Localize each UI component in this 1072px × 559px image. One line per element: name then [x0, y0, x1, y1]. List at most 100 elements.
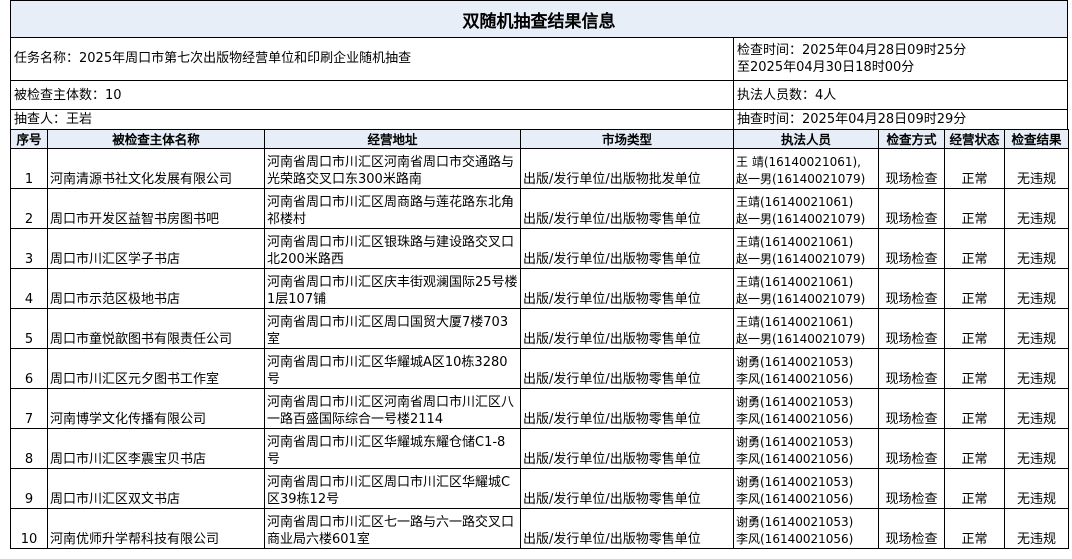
check-method: 现场检查 [878, 188, 945, 229]
row-number: 6 [10, 348, 48, 389]
inspector-entry: 赵一男(16140021079) [736, 252, 866, 266]
market-type: 出版/发行单位/出版物零售单位 [520, 188, 734, 229]
row-number: 7 [10, 388, 48, 429]
business-status: 正常 [944, 148, 1005, 189]
business-status: 正常 [944, 228, 1005, 269]
col-header-method: 检查方式 [878, 129, 945, 149]
table-row: 7 河南博学文化传播有限公司 河南省周口市川汇区河南省周口市川汇区八一路百盛国际综合… [10, 388, 1069, 429]
col-header-inspectors: 执法人员 [733, 129, 879, 149]
address: 河南省周口市川汇区河南省周口市川汇区八一路百盛国际综合一号楼2114 [264, 388, 521, 429]
address: 河南省周口市川汇区周商路与莲花路东北角祁楼村 [264, 188, 521, 229]
check-method: 现场检查 [878, 388, 945, 429]
inspector-entry: 谢勇(16140021053) [736, 395, 854, 409]
check-result: 无违规 [1004, 268, 1069, 309]
inspectors: 谢勇(16140021053) 李风(16140021056) [733, 468, 879, 509]
subject-count: 被检查主体数：10 [10, 81, 734, 110]
address: 河南省周口市川汇区河南省周口市交通路与光荣路交叉口东300米路南 [264, 148, 521, 189]
col-header-status: 经营状态 [944, 129, 1005, 149]
sample-time: 抽查时间：2025年04月28日09时29分 [734, 110, 1068, 130]
col-header-market: 市场类型 [520, 129, 734, 149]
inspector-entry: 李风(16140021056) [736, 492, 854, 506]
inspector-entry: 谢勇(16140021053) [736, 435, 854, 449]
inspector-entry: 李风(16140021056) [736, 452, 854, 466]
inspector-entry: 王靖(16140021061) [736, 235, 854, 249]
market-type: 出版/发行单位/出版物零售单位 [520, 468, 734, 509]
row-number: 2 [10, 188, 48, 229]
market-type: 出版/发行单位/出版物零售单位 [520, 268, 734, 309]
inspectors: 谢勇(16140021053) 李风(16140021056) [733, 508, 879, 549]
check-result: 无违规 [1004, 348, 1069, 389]
business-status: 正常 [944, 388, 1005, 429]
check-method: 现场检查 [878, 268, 945, 309]
subject-name: 周口市开发区益智书房图书吧 [47, 188, 265, 229]
subject-name: 周口市川汇区双文书店 [47, 468, 265, 509]
market-type: 出版/发行单位/出版物零售单位 [520, 388, 734, 429]
address: 河南省周口市川汇区华耀城东耀仓储C1-8号 [264, 428, 521, 469]
check-method: 现场检查 [878, 148, 945, 189]
address: 河南省周口市川汇区庆丰街观澜国际25号楼1层107铺 [264, 268, 521, 309]
check-method: 现场检查 [878, 228, 945, 269]
subject-name: 周口市童悦歆图书有限责任公司 [47, 308, 265, 349]
col-header-name: 被检查主体名称 [47, 129, 265, 149]
sampler-row: 抽查人：王岩 抽查时间：2025年04月28日09时29分 [10, 110, 1068, 130]
address: 河南省周口市川汇区周口国贸大厦7楼703室 [264, 308, 521, 349]
inspectors: 谢勇(16140021053) 李风(16140021056) [733, 388, 879, 429]
task-name: 任务名称：2025年周口市第七次出版物经营单位和印刷企业随机抽查 [10, 37, 734, 81]
subject-name: 周口市川汇区学子书店 [47, 228, 265, 269]
business-status: 正常 [944, 348, 1005, 389]
table-row: 5 周口市童悦歆图书有限责任公司 河南省周口市川汇区周口国贸大厦7楼703室 出版/发… [10, 308, 1069, 349]
inspectors: 王 靖(16140021061), 赵一男(16140021079) [733, 148, 879, 189]
inspectors: 谢勇(16140021053) 李风(16140021056) [733, 428, 879, 469]
inspector-entry: 王 靖(16140021061), [736, 155, 861, 169]
inspector-entry: 李风(16140021056) [736, 532, 854, 546]
market-type: 出版/发行单位/出版物零售单位 [520, 348, 734, 389]
check-result: 无违规 [1004, 428, 1069, 469]
inspectors: 王靖(16140021061) 赵一男(16140021079) [733, 188, 879, 229]
table-row: 10 河南优师升学帮科技有限公司 河南省周口市川汇区七一路与六一路交叉口商业局六楼6… [10, 508, 1069, 549]
inspectors: 王靖(16140021061) 赵一男(16140021079) [733, 228, 879, 269]
check-method: 现场检查 [878, 468, 945, 509]
table-row: 1 河南清源书社文化发展有限公司 河南省周口市川汇区河南省周口市交通路与光荣路交叉口… [10, 148, 1069, 189]
col-header-address: 经营地址 [264, 129, 521, 149]
subject-name: 河南清源书社文化发展有限公司 [47, 148, 265, 189]
table-row: 9 周口市川汇区双文书店 河南省周口市川汇区周口市川汇区华耀城C区39栋12号 出版/… [10, 468, 1069, 509]
inspector-entry: 赵一男(16140021079) [736, 212, 866, 226]
check-result: 无违规 [1004, 228, 1069, 269]
business-status: 正常 [944, 188, 1005, 229]
task-row: 任务名称：2025年周口市第七次出版物经营单位和印刷企业随机抽查 检查时间：20… [10, 37, 1068, 81]
table-row: 6 周口市川汇区元夕图书工作室 河南省周口市川汇区华耀城A区10栋3280号 出版/发… [10, 348, 1069, 389]
market-type: 出版/发行单位/出版物零售单位 [520, 508, 734, 549]
table-row: 2 周口市开发区益智书房图书吧 河南省周口市川汇区周商路与莲花路东北角祁楼村 出版/发… [10, 188, 1069, 229]
inspector-entry: 谢勇(16140021053) [736, 515, 854, 529]
address: 河南省周口市川汇区华耀城A区10栋3280号 [264, 348, 521, 389]
address: 河南省周口市川汇区七一路与六一路交叉口商业局六楼601室 [264, 508, 521, 549]
business-status: 正常 [944, 468, 1005, 509]
table-row: 4 周口市示范区极地书店 河南省周口市川汇区庆丰街观澜国际25号楼1层107铺 出版/… [10, 268, 1069, 309]
check-result: 无违规 [1004, 468, 1069, 509]
check-method: 现场检查 [878, 428, 945, 469]
check-time: 检查时间：2025年04月28日09时25分 至2025年04月30日18时00… [734, 37, 1068, 81]
col-header-result: 检查结果 [1004, 129, 1069, 149]
row-number: 4 [10, 268, 48, 309]
market-type: 出版/发行单位/出版物零售单位 [520, 308, 734, 349]
row-number: 5 [10, 308, 48, 349]
sampler: 抽查人：王岩 [10, 110, 734, 130]
inspector-entry: 赵一男(16140021079) [736, 332, 866, 346]
inspector-entry: 谢勇(16140021053) [736, 475, 854, 489]
subject-name: 周口市川汇区李震宝贝书店 [47, 428, 265, 469]
count-row: 被检查主体数：10 执法人员数：4人 [10, 81, 1068, 110]
inspector-entry: 王靖(16140021061) [736, 315, 854, 329]
subject-name: 周口市示范区极地书店 [47, 268, 265, 309]
row-number: 3 [10, 228, 48, 269]
inspector-entry: 谢勇(16140021053) [736, 355, 854, 369]
table-header-row: 序号 被检查主体名称 经营地址 市场类型 执法人员 检查方式 经营状态 检查结果 [10, 129, 1069, 149]
table-row: 8 周口市川汇区李震宝贝书店 河南省周口市川汇区华耀城东耀仓储C1-8号 出版/发行单… [10, 428, 1069, 469]
subject-name: 河南博学文化传播有限公司 [47, 388, 265, 429]
business-status: 正常 [944, 428, 1005, 469]
check-result: 无违规 [1004, 508, 1069, 549]
results-table: 序号 被检查主体名称 经营地址 市场类型 执法人员 检查方式 经营状态 检查结果… [10, 129, 1069, 549]
check-method: 现场检查 [878, 308, 945, 349]
inspectors: 王靖(16140021061) 赵一男(16140021079) [733, 308, 879, 349]
results-sheet: 双随机抽查结果信息 任务名称：2025年周口市第七次出版物经营单位和印刷企业随机… [0, 0, 1072, 559]
check-time-start: 检查时间：2025年04月28日09时25分 [737, 42, 967, 58]
